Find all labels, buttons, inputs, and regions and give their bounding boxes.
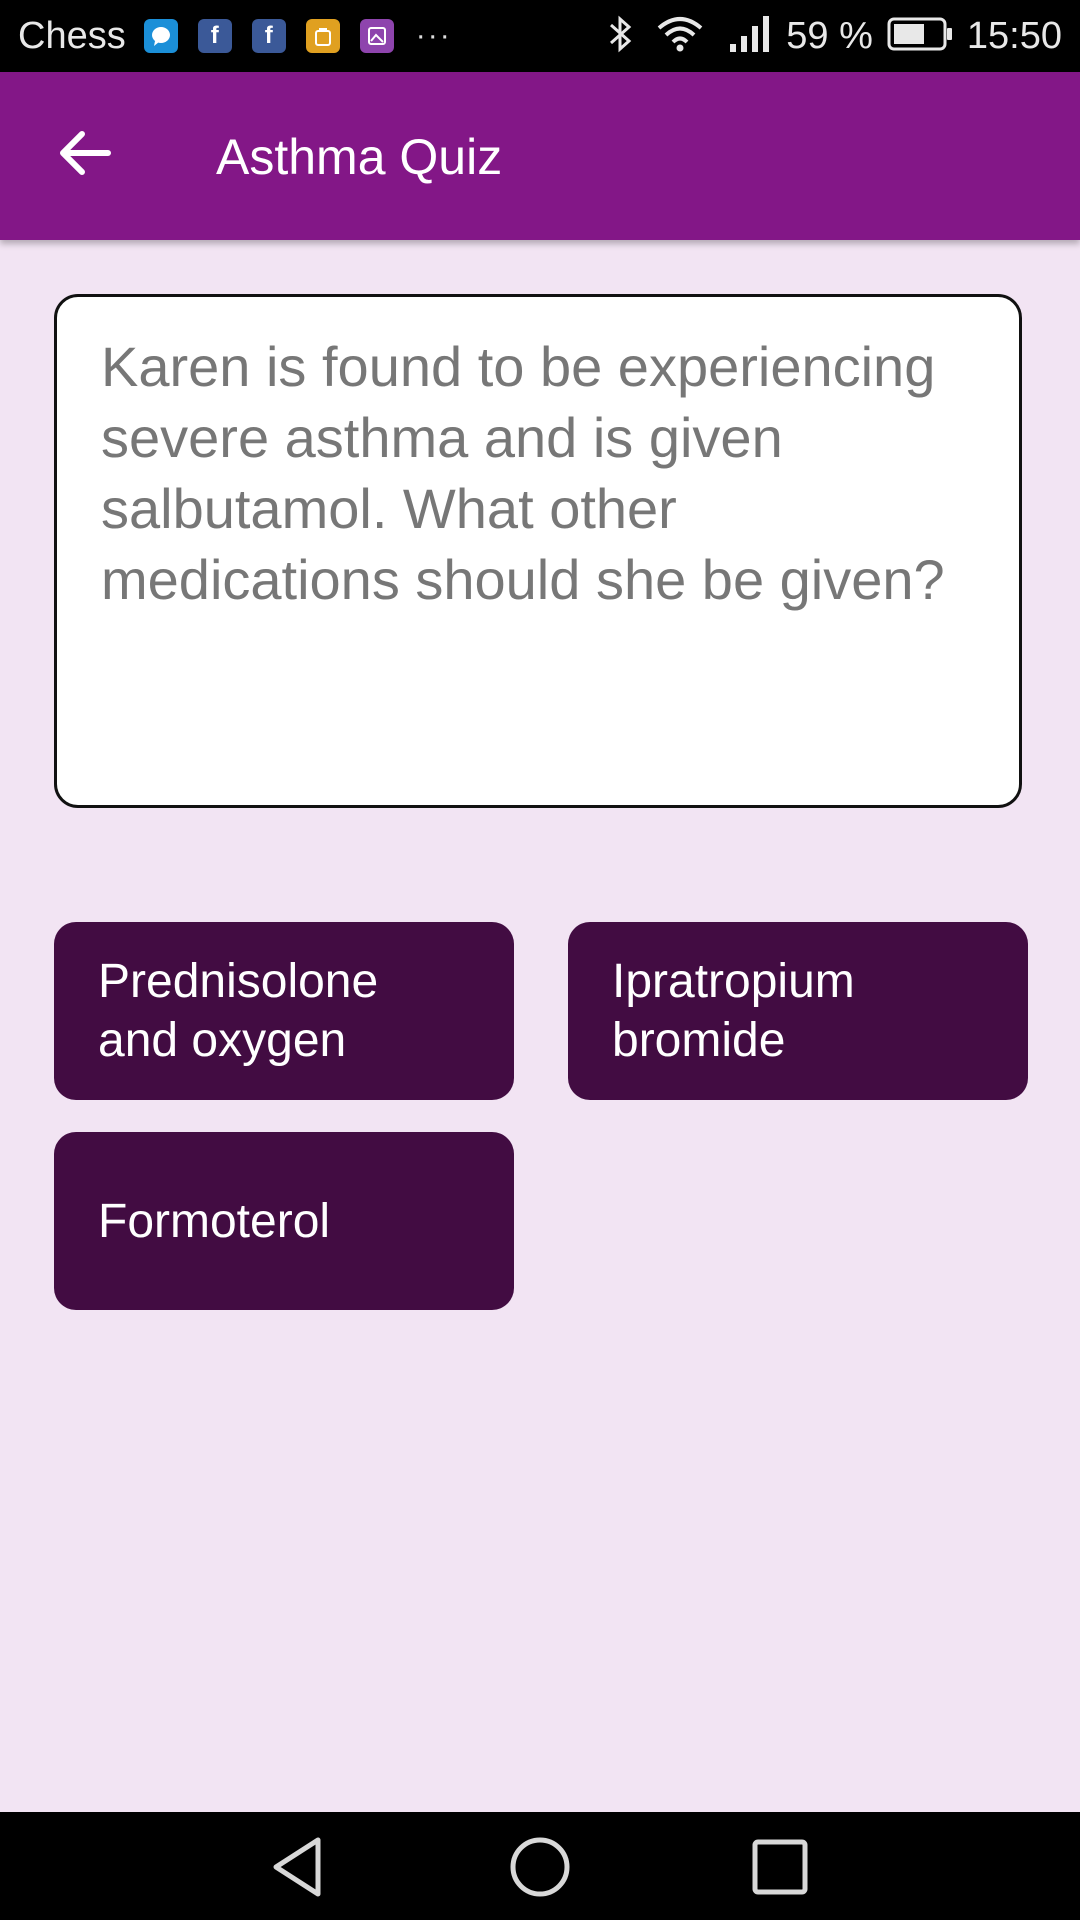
nav-recents-icon[interactable] — [745, 1832, 815, 1902]
app-bar: Asthma Quiz — [0, 72, 1080, 240]
navigation-bar — [0, 1812, 1080, 1920]
page-title: Asthma Quiz — [216, 129, 503, 185]
nav-back-icon[interactable] — [266, 1832, 336, 1902]
back-arrow-icon[interactable] — [54, 122, 116, 184]
wifi-icon — [656, 16, 704, 57]
battery-icon — [887, 17, 953, 56]
facebook-icon: f — [251, 19, 286, 53]
status-left: Chess f f ··· — [18, 0, 452, 72]
messenger-icon — [143, 19, 178, 53]
bluetooth-icon — [608, 14, 634, 59]
question-text: Karen is found to be experiencing severe… — [101, 335, 945, 611]
battery-percentage: 59 % — [786, 14, 873, 57]
answer-button-formoterol[interactable]: Formoterol — [54, 1132, 514, 1310]
answer-label: Prednisolone and oxygen — [98, 955, 379, 1067]
gallery-icon — [359, 19, 394, 53]
facebook-icon: f — [197, 19, 232, 53]
status-right: 59 % 15:50 — [608, 0, 1062, 72]
question-card: Karen is found to be experiencing severe… — [54, 294, 1022, 808]
nav-home-icon[interactable] — [505, 1832, 575, 1902]
status-bar: Chess f f ··· 59 % 15:50 — [0, 0, 1080, 72]
store-icon — [305, 19, 340, 53]
carrier-name: Chess — [18, 14, 126, 57]
answer-label: Ipratropium bromide — [612, 955, 855, 1067]
answer-button-prednisolone[interactable]: Prednisolone and oxygen — [54, 922, 514, 1100]
answer-button-ipratropium[interactable]: Ipratropium bromide — [568, 922, 1028, 1100]
clock: 15:50 — [966, 14, 1062, 57]
answer-label: Formoterol — [98, 1194, 331, 1248]
signal-icon — [728, 14, 774, 59]
more-notifications-icon: ··· — [415, 19, 452, 52]
